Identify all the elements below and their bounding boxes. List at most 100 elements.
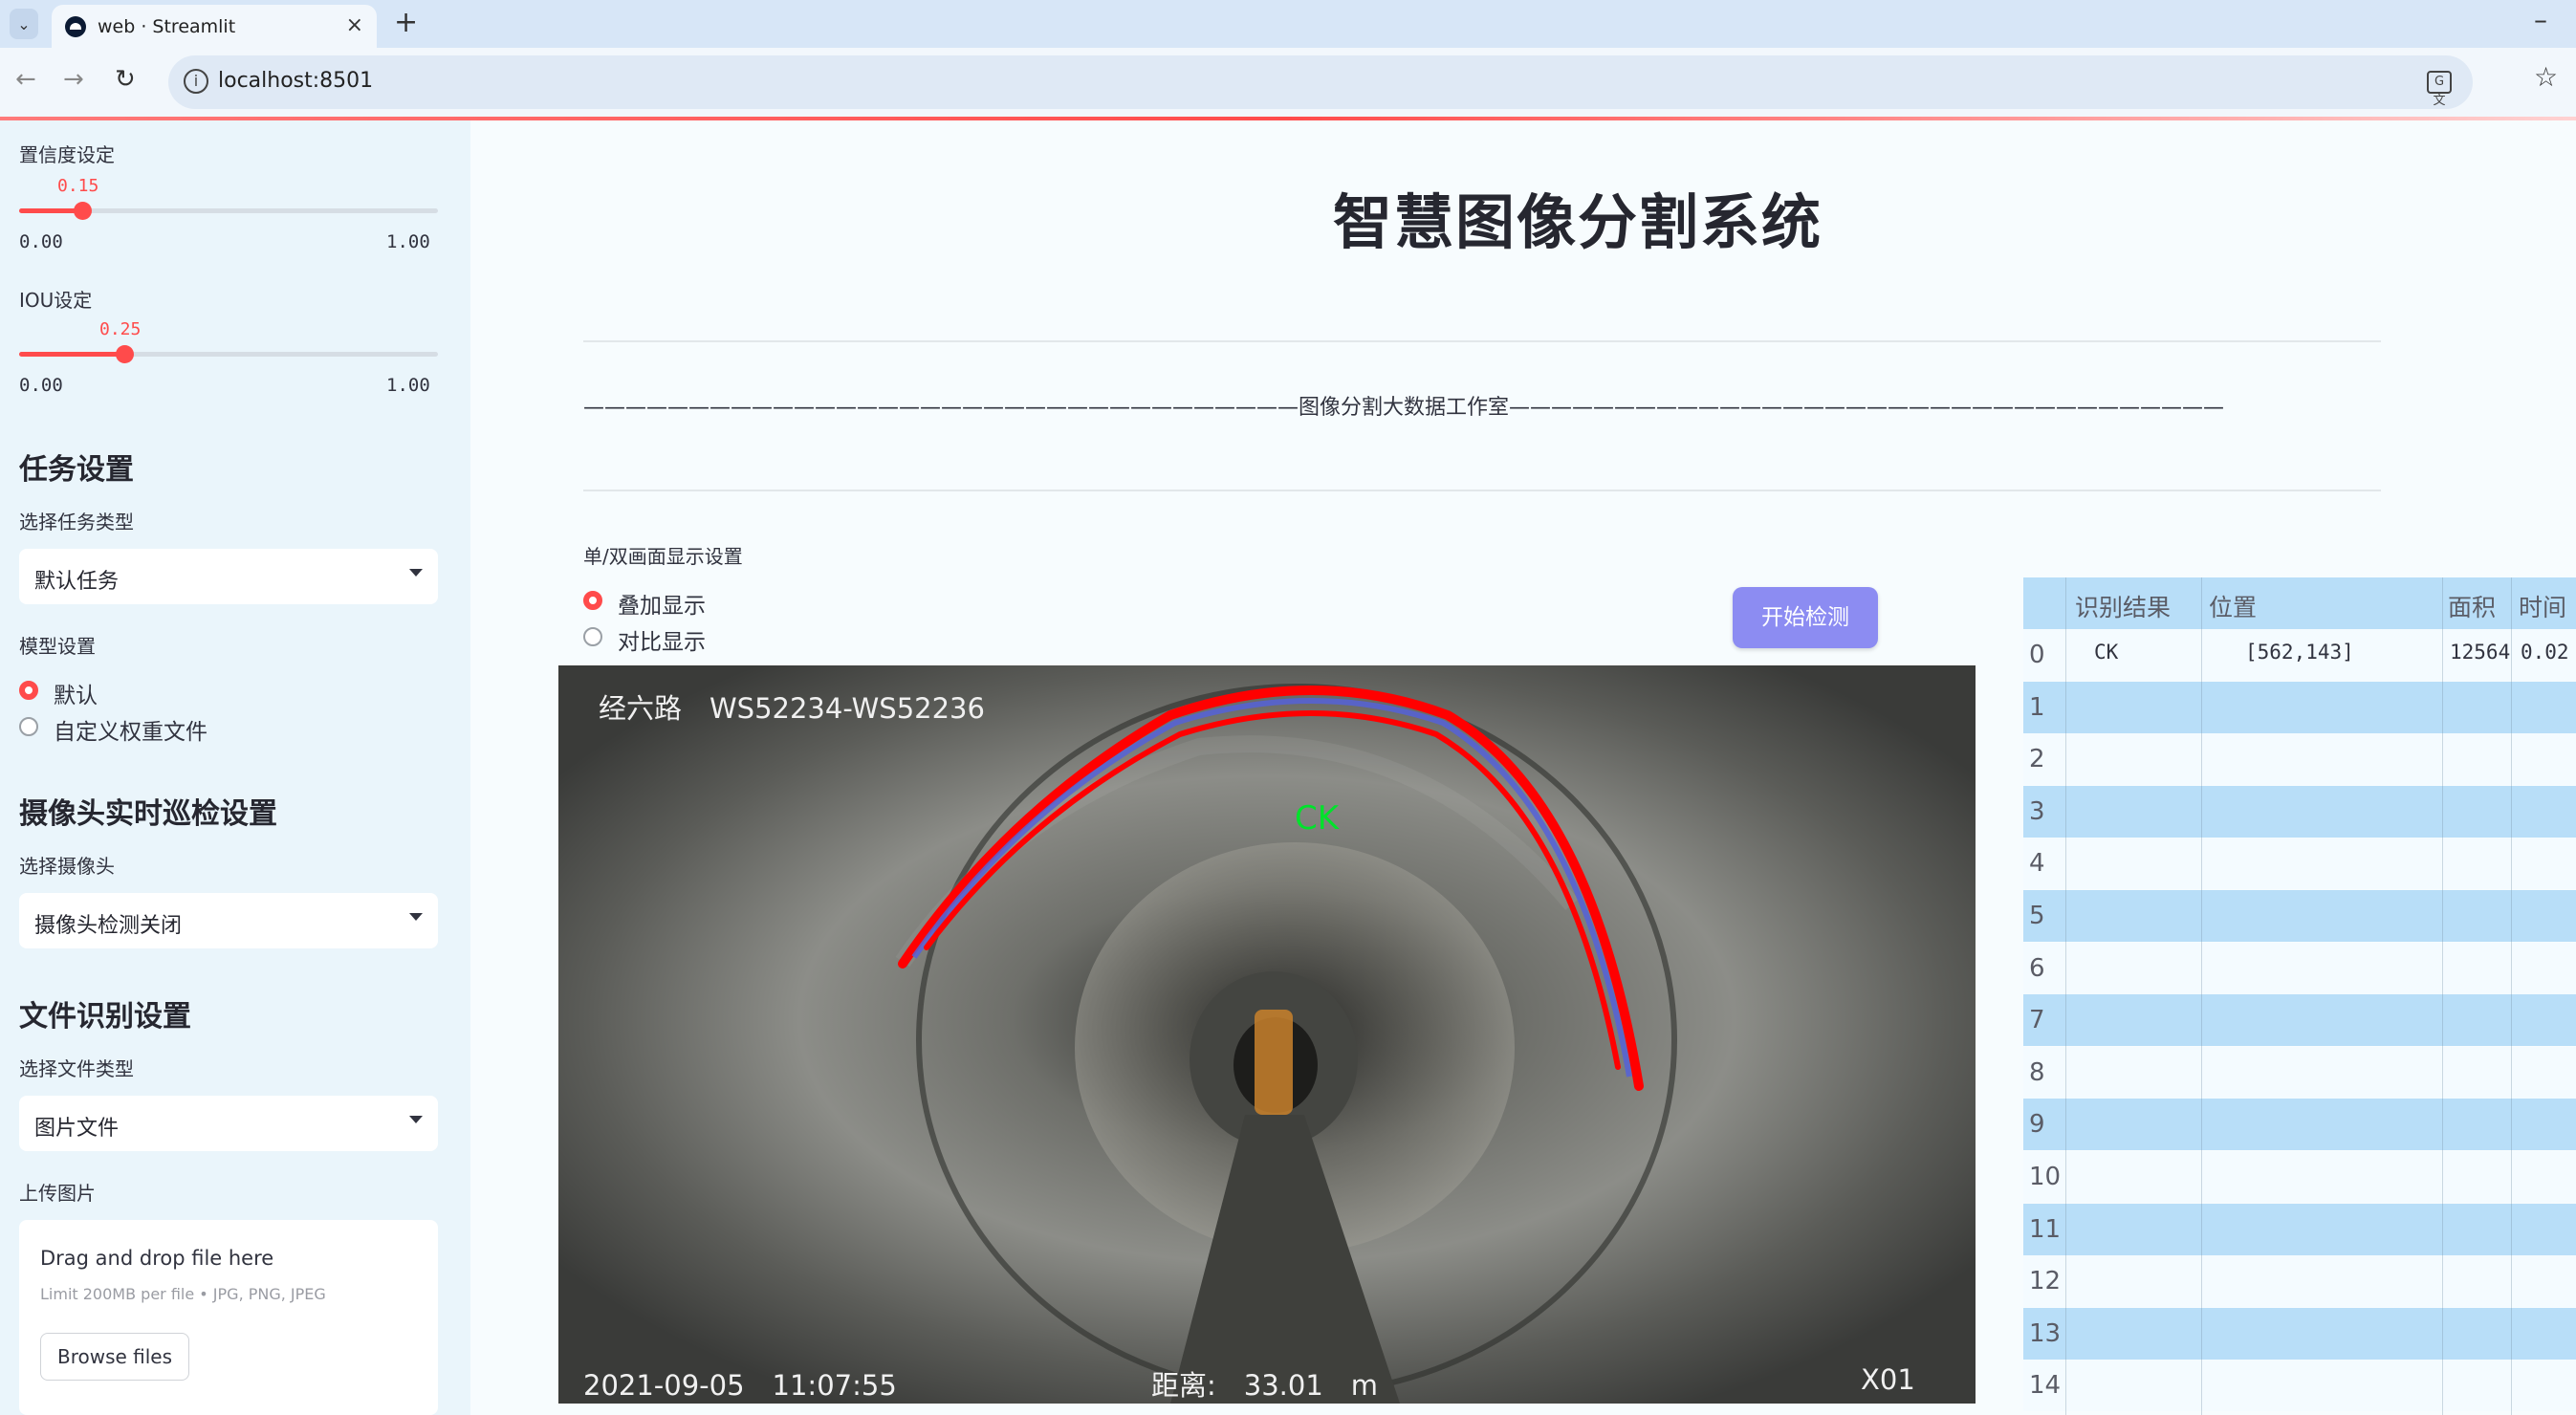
table-row[interactable]: 10 <box>2023 1151 2576 1203</box>
robot-reflection <box>1255 1010 1293 1115</box>
file-type-label: 选择文件类型 <box>19 1057 134 1080</box>
task-type-select[interactable]: 默认任务 <box>19 549 438 604</box>
url-text[interactable]: localhost:8501 <box>218 69 373 93</box>
browse-files-button[interactable]: Browse files <box>40 1333 189 1381</box>
page-title: 智慧图像分割系统 <box>1333 187 1823 257</box>
cell-position: [562,143] <box>2245 641 2354 664</box>
row-index: 4 <box>2029 849 2045 879</box>
table-row[interactable]: 8 <box>2023 1046 2576 1099</box>
tab-title: web · Streamlit <box>98 16 236 37</box>
iou-slider-fill <box>19 352 124 357</box>
table-row[interactable]: 4 <box>2023 838 2576 890</box>
confidence-slider[interactable] <box>19 202 438 220</box>
row-index: 2 <box>2029 745 2045 774</box>
dropzone-limit: Limit 200MB per file • JPG, PNG, JPEG <box>40 1285 326 1303</box>
row-index: 7 <box>2029 1006 2045 1035</box>
table-row[interactable]: 3 <box>2023 785 2576 838</box>
column-header-position[interactable]: 位置 <box>2209 589 2257 623</box>
radio-selected-icon[interactable] <box>583 591 602 610</box>
file-type-value: 图片文件 <box>34 1117 120 1141</box>
iou-label: IOU设定 <box>19 289 93 312</box>
browser-tab[interactable]: web · Streamlit × <box>52 5 377 48</box>
back-arrow-icon[interactable]: ← <box>15 65 36 94</box>
radio-selected-icon[interactable] <box>19 681 38 700</box>
confidence-value: 0.15 <box>57 176 99 196</box>
table-row[interactable]: 2 <box>2023 733 2576 786</box>
model-option-label: 自定义权重文件 <box>54 720 207 745</box>
row-index: 12 <box>2029 1267 2062 1296</box>
task-type-label: 选择任务类型 <box>19 511 134 533</box>
row-index: 9 <box>2029 1110 2045 1140</box>
camera-select[interactable]: 摄像头检测关闭 <box>19 893 438 948</box>
dropzone-title: Drag and drop file here <box>40 1247 274 1270</box>
table-row[interactable]: 9 <box>2023 1099 2576 1151</box>
iou-min: 0.00 <box>19 375 63 396</box>
forward-arrow-icon[interactable]: → <box>63 65 84 94</box>
column-header-time[interactable]: 时间 <box>2519 589 2566 623</box>
column-divider <box>2201 577 2202 1415</box>
row-index: 6 <box>2029 953 2045 983</box>
camera-value: 摄像头检测关闭 <box>34 914 183 938</box>
iou-slider[interactable] <box>19 345 438 363</box>
row-index: 8 <box>2029 1057 2045 1087</box>
confidence-max: 1.00 <box>386 231 430 252</box>
confidence-min: 0.00 <box>19 231 63 252</box>
file-dropzone[interactable]: Drag and drop file here Limit 200MB per … <box>19 1220 438 1415</box>
row-index: 0 <box>2029 641 2045 669</box>
start-detection-button[interactable]: 开始检测 <box>1733 587 1878 648</box>
page-subtitle: ——————————————————————————————————图像分割大数… <box>583 396 2225 420</box>
cell-area: 12564 <box>2450 641 2511 664</box>
translate-icon[interactable]: G文 <box>2427 71 2452 108</box>
chevron-down-icon <box>409 913 423 921</box>
results-table[interactable]: 识别结果 位置 面积 时间 0 CK [562,143] 12564 0.02 1 2 3 4 5… <box>2023 577 2576 1415</box>
display-option-label: 叠加显示 <box>618 594 706 619</box>
radio-unselected-icon[interactable] <box>583 627 602 646</box>
tab-close-icon[interactable]: × <box>346 13 363 37</box>
row-index: 10 <box>2029 1163 2062 1191</box>
column-header-result[interactable]: 识别结果 <box>2075 589 2171 623</box>
table-row[interactable]: 1 <box>2023 681 2576 733</box>
display-option-label: 对比显示 <box>618 630 706 655</box>
row-index: 1 <box>2029 692 2045 722</box>
iou-max: 1.00 <box>386 375 430 396</box>
table-row[interactable]: 14 <box>2023 1360 2576 1412</box>
chevron-down-icon <box>409 569 423 577</box>
sidebar: 置信度设定 0.15 0.00 1.00 IOU设定 0.25 0.00 1.0… <box>0 120 470 1415</box>
reload-icon[interactable]: ↻ <box>115 65 136 94</box>
detection-image: 经六路 WS52234-WS52236 CK 2021-09-05 11:07:… <box>558 665 1976 1404</box>
url-omnibox[interactable]: i localhost:8501 G文 <box>168 55 2473 109</box>
new-tab-plus-icon[interactable]: + <box>394 6 418 39</box>
task-section-heading: 任务设置 <box>19 453 134 487</box>
divider <box>583 340 2381 342</box>
table-row[interactable]: 5 <box>2023 890 2576 942</box>
bookmark-star-icon[interactable]: ☆ <box>2534 61 2558 93</box>
model-option-label: 默认 <box>54 684 98 708</box>
chevron-down-icon <box>409 1116 423 1123</box>
window-minimize-icon[interactable]: – <box>2534 4 2547 35</box>
browser-tab-bar: ⌄ web · Streamlit × + – <box>0 0 2576 48</box>
radio-unselected-icon[interactable] <box>19 717 38 736</box>
model-label: 模型设置 <box>19 635 96 658</box>
overlay-road-name: 经六路 WS52234-WS52236 <box>599 692 985 725</box>
table-row[interactable]: 13 <box>2023 1307 2576 1360</box>
table-row[interactable]: 11 <box>2023 1203 2576 1255</box>
tab-search-chevron-icon[interactable]: ⌄ <box>10 9 38 39</box>
camera-label: 选择摄像头 <box>19 855 115 878</box>
column-divider <box>2065 577 2066 1415</box>
file-type-select[interactable]: 图片文件 <box>19 1096 438 1151</box>
display-mode-label: 单/双画面显示设置 <box>583 545 743 568</box>
table-row[interactable]: 7 <box>2023 994 2576 1047</box>
table-row[interactable]: 6 <box>2023 942 2576 994</box>
table-row[interactable]: 12 <box>2023 1255 2576 1308</box>
file-section-heading: 文件识别设置 <box>19 1000 191 1034</box>
column-header-area[interactable]: 面积 <box>2448 589 2496 623</box>
table-header: 识别结果 位置 面积 时间 <box>2023 577 2576 629</box>
camera-section-heading: 摄像头实时巡检设置 <box>19 797 277 831</box>
overlay-distance: 距离: 33.01 m <box>1151 1369 1379 1402</box>
iou-slider-thumb[interactable] <box>115 345 134 363</box>
divider <box>583 490 2381 491</box>
column-divider <box>2442 577 2443 1415</box>
table-row[interactable]: 0 CK [562,143] 12564 0.02 <box>2023 629 2576 681</box>
site-info-icon[interactable]: i <box>184 69 208 94</box>
confidence-slider-thumb[interactable] <box>73 202 92 220</box>
